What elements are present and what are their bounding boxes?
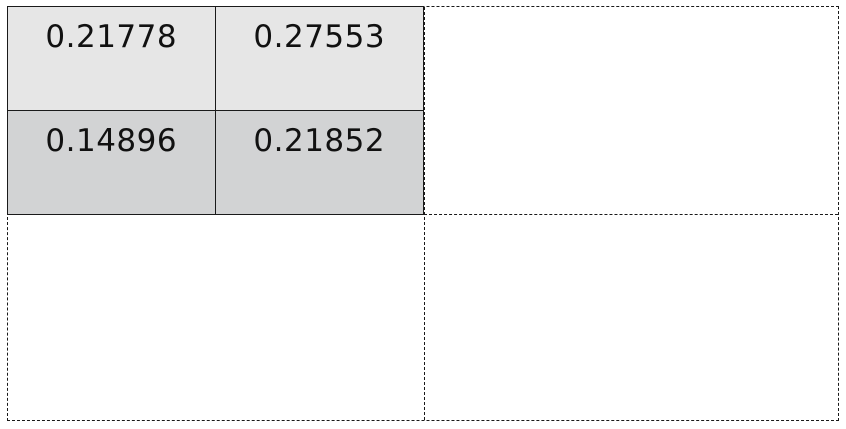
matrix-cell-r0-c0: 0.21778 [8,7,216,111]
value-matrix: 0.21778 0.27553 0.14896 0.21852 [7,6,424,215]
matrix-cell-r0-c1: 0.27553 [215,7,423,111]
matrix-cell-r1-c0: 0.14896 [8,110,216,214]
matrix-cell-r1-c1: 0.21852 [215,110,423,214]
